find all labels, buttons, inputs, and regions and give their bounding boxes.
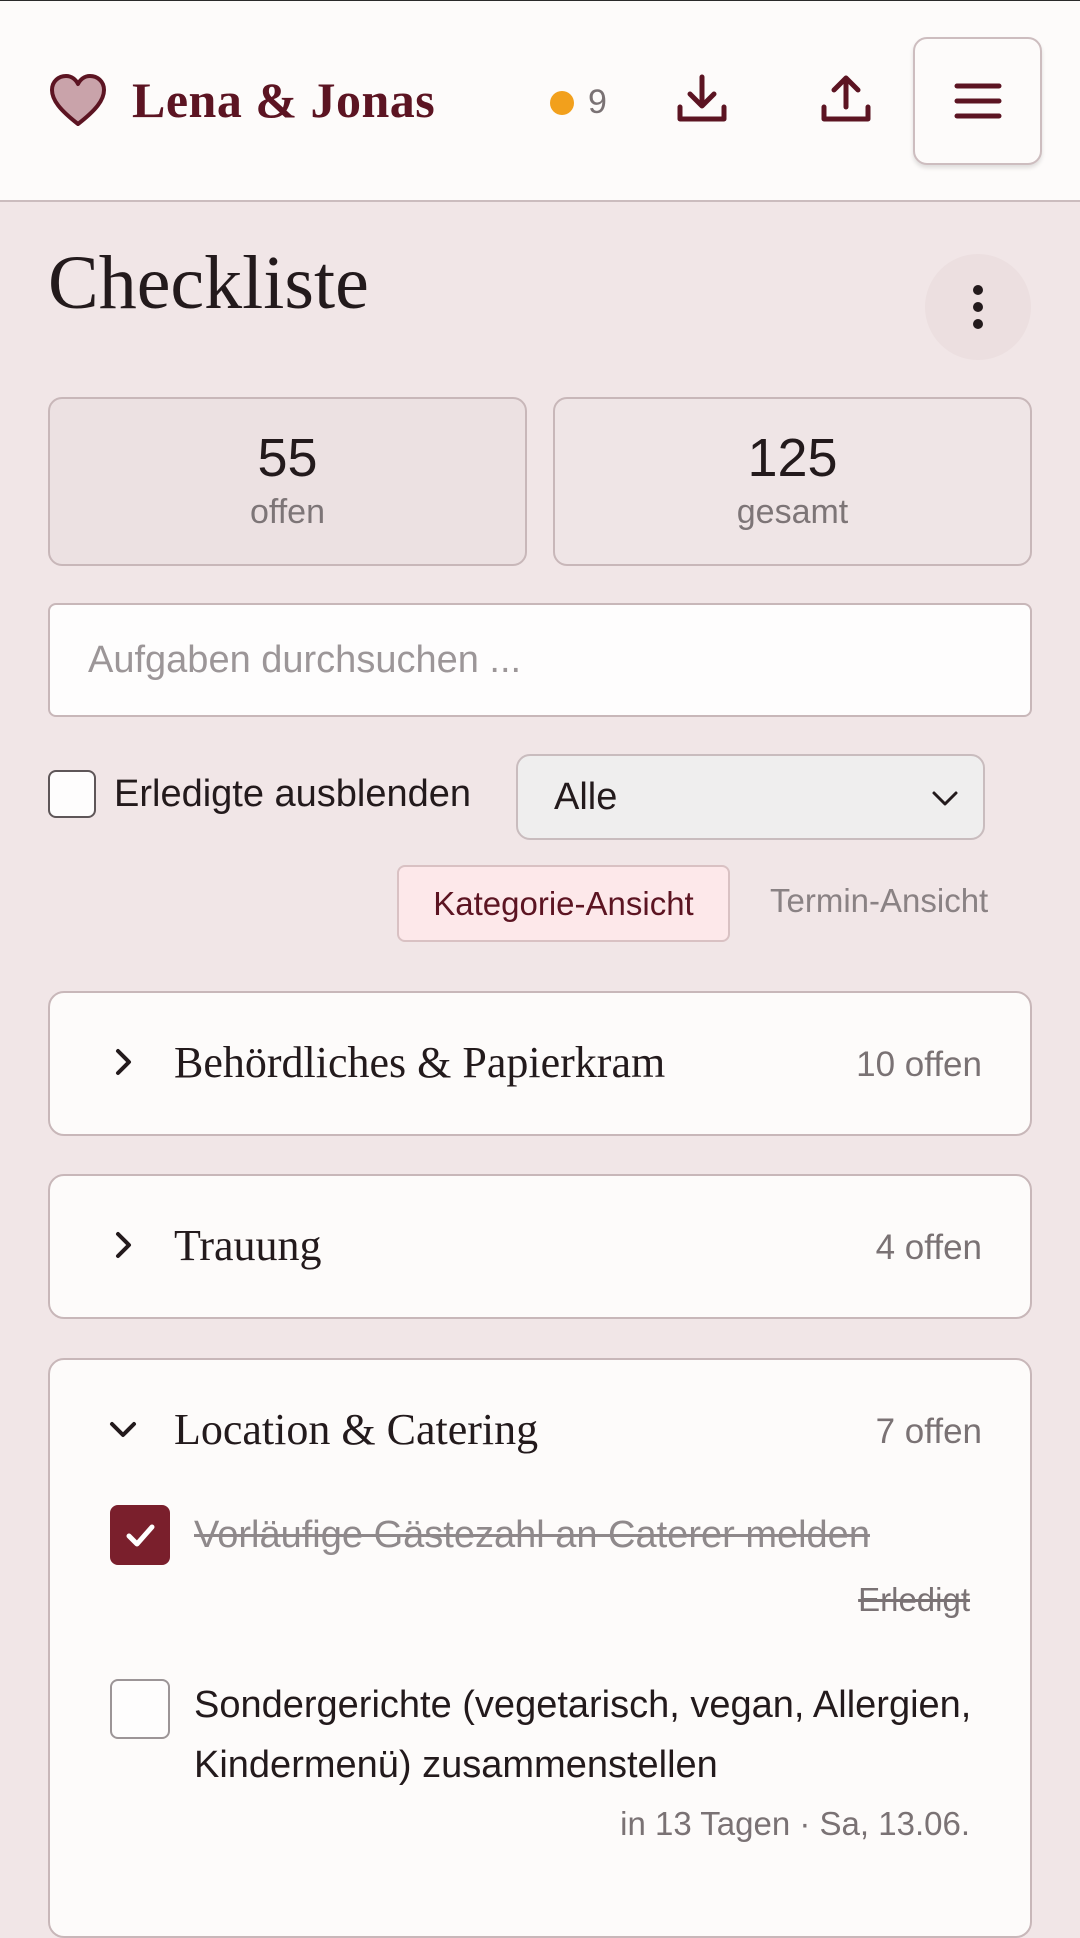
task-status: Erledigt <box>858 1581 970 1618</box>
category-header[interactable]: Behördliches & Papierkram 10 offen <box>50 993 1030 1133</box>
stat-open-value: 55 <box>257 428 318 488</box>
stat-total-label: gesamt <box>736 493 849 531</box>
brand[interactable]: Lena & Jonas <box>48 71 435 129</box>
tab-category-view[interactable]: Kategorie-Ansicht <box>397 865 730 942</box>
filter-select[interactable]: Alle <box>516 754 985 840</box>
task-due-date: in 13 Tagen · Sa, 13.06. <box>620 1805 970 1842</box>
task-item: Sondergerichte (vegetarisch, vegan, Alle… <box>50 1675 1030 1875</box>
more-options-button[interactable] <box>925 254 1031 360</box>
task-checkbox[interactable] <box>110 1679 170 1739</box>
app-header: Lena & Jonas 9 <box>0 0 1080 202</box>
hide-done-checkbox[interactable] <box>48 770 96 818</box>
hide-done-toggle[interactable]: Erledigte ausblenden <box>48 770 471 818</box>
upload-icon[interactable] <box>818 71 874 127</box>
category-header[interactable]: Trauung 4 offen <box>50 1176 1030 1316</box>
download-icon[interactable] <box>674 71 730 127</box>
menu-button[interactable] <box>913 37 1042 165</box>
hamburger-menu-icon <box>954 83 1001 119</box>
brand-name: Lena & Jonas <box>132 72 436 128</box>
task-text[interactable]: Vorläufige Gästezahl an Caterer melden <box>194 1505 974 1565</box>
tab-date-view[interactable]: Termin-Ansicht <box>770 882 988 920</box>
category-header[interactable]: Location & Catering 7 offen <box>50 1360 1030 1500</box>
notification-dot-icon <box>550 90 574 115</box>
category-title: Trauung <box>174 1221 322 1270</box>
category-card: Trauung 4 offen <box>48 1174 1032 1319</box>
category-open-count: 7 offen <box>875 1412 982 1451</box>
vertical-dots-icon <box>973 285 983 329</box>
page-title: Checkliste <box>48 241 369 325</box>
hide-done-label: Erledigte ausblenden <box>114 772 472 815</box>
category-title: Location & Catering <box>174 1405 539 1454</box>
stat-total-value: 125 <box>747 428 838 488</box>
chevron-right-icon <box>116 1049 131 1075</box>
filter-select-value: Alle <box>554 775 618 818</box>
category-card: Behördliches & Papierkram 10 offen <box>48 991 1032 1136</box>
task-checkbox-checked[interactable] <box>110 1505 170 1565</box>
notification-indicator[interactable]: 9 <box>550 83 607 122</box>
chevron-down-icon <box>932 791 958 806</box>
task-text[interactable]: Sondergerichte (vegetarisch, vegan, Alle… <box>194 1675 974 1795</box>
search-input[interactable] <box>48 603 1032 717</box>
checkmark-icon <box>126 1524 155 1547</box>
chevron-down-icon <box>110 1422 136 1437</box>
stat-open-label: offen <box>249 493 325 531</box>
category-card-expanded: Location & Catering 7 offen Vorläufige G… <box>48 1358 1032 1938</box>
task-item: Vorläufige Gästezahl an Caterer melden E… <box>50 1500 1030 1675</box>
chevron-right-icon <box>116 1232 131 1258</box>
notification-count: 9 <box>588 83 607 121</box>
category-title: Behördliches & Papierkram <box>174 1038 666 1087</box>
stat-open-card[interactable]: 55 offen <box>48 397 527 566</box>
category-open-count: 4 offen <box>875 1228 982 1267</box>
stat-total-card[interactable]: 125 gesamt <box>553 397 1032 566</box>
category-open-count: 10 offen <box>856 1045 982 1084</box>
heart-icon <box>50 74 106 126</box>
